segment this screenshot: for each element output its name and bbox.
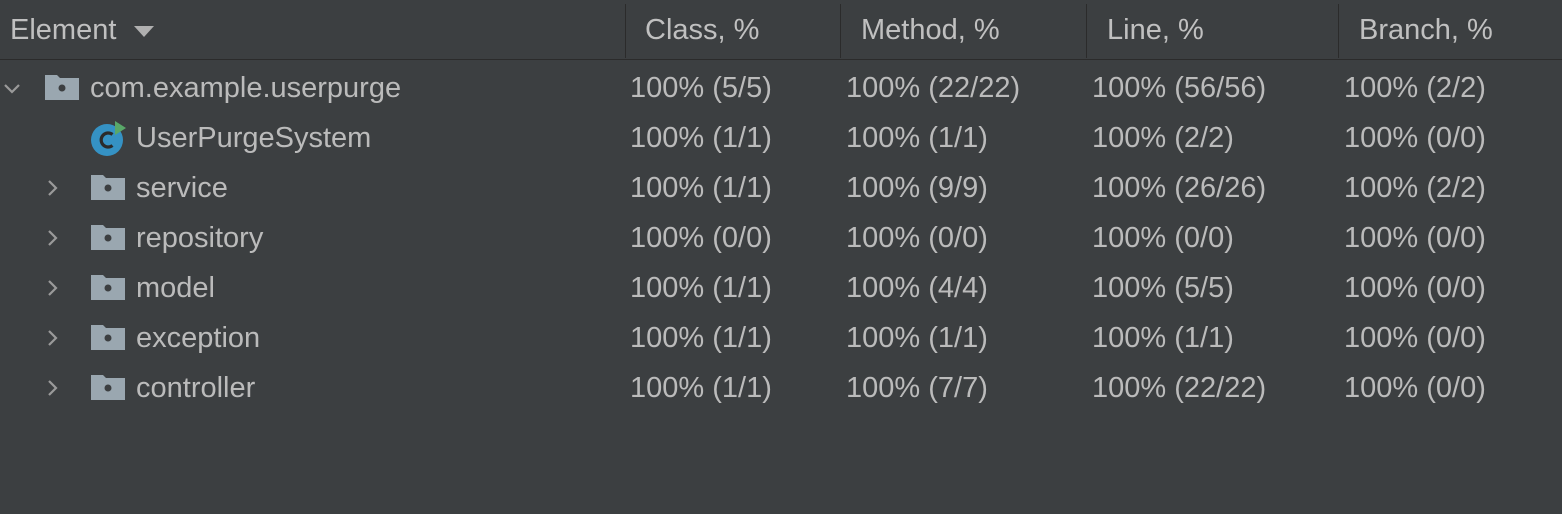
class-coverage: 100% (0/0) — [630, 221, 772, 254]
method-coverage: 100% (9/9) — [846, 171, 988, 204]
column-header-method[interactable]: Method, % — [861, 0, 1081, 60]
branch-coverage: 100% (0/0) — [1344, 271, 1486, 304]
element-name: repository — [136, 221, 264, 254]
column-header-element-label: Element — [10, 13, 117, 46]
column-divider[interactable] — [1086, 4, 1087, 58]
class-coverage: 100% (1/1) — [630, 271, 772, 304]
sort-descending-icon[interactable] — [134, 25, 155, 37]
column-header-branch[interactable]: Branch, % — [1359, 0, 1559, 60]
class-coverage: 100% (1/1) — [630, 121, 772, 154]
tree-row-package-controller[interactable]: controller 100% (1/1) 100% (7/7) 100% (2… — [0, 363, 1562, 413]
element-name: exception — [136, 321, 261, 354]
branch-coverage: 100% (0/0) — [1344, 321, 1486, 354]
tree-row-package-repository[interactable]: repository 100% (0/0) 100% (0/0) 100% (0… — [0, 213, 1562, 263]
chevron-right-icon[interactable] — [40, 263, 64, 313]
package-folder-icon — [91, 375, 125, 400]
method-coverage: 100% (4/4) — [846, 271, 988, 304]
class-coverage: 100% (5/5) — [630, 71, 772, 104]
column-header-branch-label: Branch, % — [1359, 13, 1493, 46]
column-header-line-label: Line, % — [1107, 13, 1204, 46]
element-name: service — [136, 171, 228, 204]
method-coverage: 100% (22/22) — [846, 71, 1021, 104]
column-header-line[interactable]: Line, % — [1107, 0, 1332, 60]
branch-coverage: 100% (2/2) — [1344, 171, 1486, 204]
class-coverage: 100% (1/1) — [630, 371, 772, 404]
chevron-down-icon[interactable] — [0, 63, 24, 113]
method-coverage: 100% (7/7) — [846, 371, 988, 404]
branch-coverage: 100% (0/0) — [1344, 371, 1486, 404]
line-coverage: 100% (5/5) — [1092, 271, 1234, 304]
branch-coverage: 100% (2/2) — [1344, 71, 1486, 104]
package-folder-icon — [91, 175, 125, 200]
method-coverage: 100% (1/1) — [846, 321, 988, 354]
column-header-method-label: Method, % — [861, 13, 1000, 46]
package-folder-icon — [91, 275, 125, 300]
line-coverage: 100% (2/2) — [1092, 121, 1234, 154]
element-name: UserPurgeSystem — [136, 121, 372, 154]
chevron-right-icon[interactable] — [40, 213, 64, 263]
class-coverage: 100% (1/1) — [630, 321, 772, 354]
package-folder-icon — [45, 75, 79, 100]
column-divider[interactable] — [625, 4, 626, 58]
element-name: model — [136, 271, 215, 304]
chevron-right-icon[interactable] — [40, 313, 64, 363]
line-coverage: 100% (0/0) — [1092, 221, 1234, 254]
column-divider[interactable] — [840, 4, 841, 58]
tree-row-package-model[interactable]: model 100% (1/1) 100% (4/4) 100% (5/5) 1… — [0, 263, 1562, 313]
method-coverage: 100% (0/0) — [846, 221, 988, 254]
chevron-right-icon[interactable] — [40, 363, 64, 413]
column-header-element[interactable]: Element — [10, 0, 620, 60]
column-divider[interactable] — [1338, 4, 1339, 58]
branch-coverage: 100% (0/0) — [1344, 221, 1486, 254]
method-coverage: 100% (1/1) — [846, 121, 988, 154]
line-coverage: 100% (26/26) — [1092, 171, 1267, 204]
package-folder-icon — [91, 225, 125, 250]
tree-row-class[interactable]: UserPurgeSystem 100% (1/1) 100% (1/1) 10… — [0, 113, 1562, 163]
class-coverage: 100% (1/1) — [630, 171, 772, 204]
tree-row-package-root[interactable]: com.example.userpurge 100% (5/5) 100% (2… — [0, 63, 1562, 113]
line-coverage: 100% (1/1) — [1092, 321, 1234, 354]
tree-row-package-exception[interactable]: exception 100% (1/1) 100% (1/1) 100% (1/… — [0, 313, 1562, 363]
column-header-class-label: Class, % — [645, 13, 760, 46]
chevron-right-icon[interactable] — [40, 163, 64, 213]
line-coverage: 100% (22/22) — [1092, 371, 1267, 404]
coverage-table-header: Element Class, % Method, % Line, % Branc… — [0, 0, 1562, 60]
package-folder-icon — [91, 325, 125, 350]
branch-coverage: 100% (0/0) — [1344, 121, 1486, 154]
element-name: com.example.userpurge — [90, 71, 402, 104]
line-coverage: 100% (56/56) — [1092, 71, 1267, 104]
tree-row-package-service[interactable]: service 100% (1/1) 100% (9/9) 100% (26/2… — [0, 163, 1562, 213]
runnable-class-icon — [91, 121, 126, 156]
element-name: controller — [136, 371, 256, 404]
column-header-class[interactable]: Class, % — [645, 0, 835, 60]
